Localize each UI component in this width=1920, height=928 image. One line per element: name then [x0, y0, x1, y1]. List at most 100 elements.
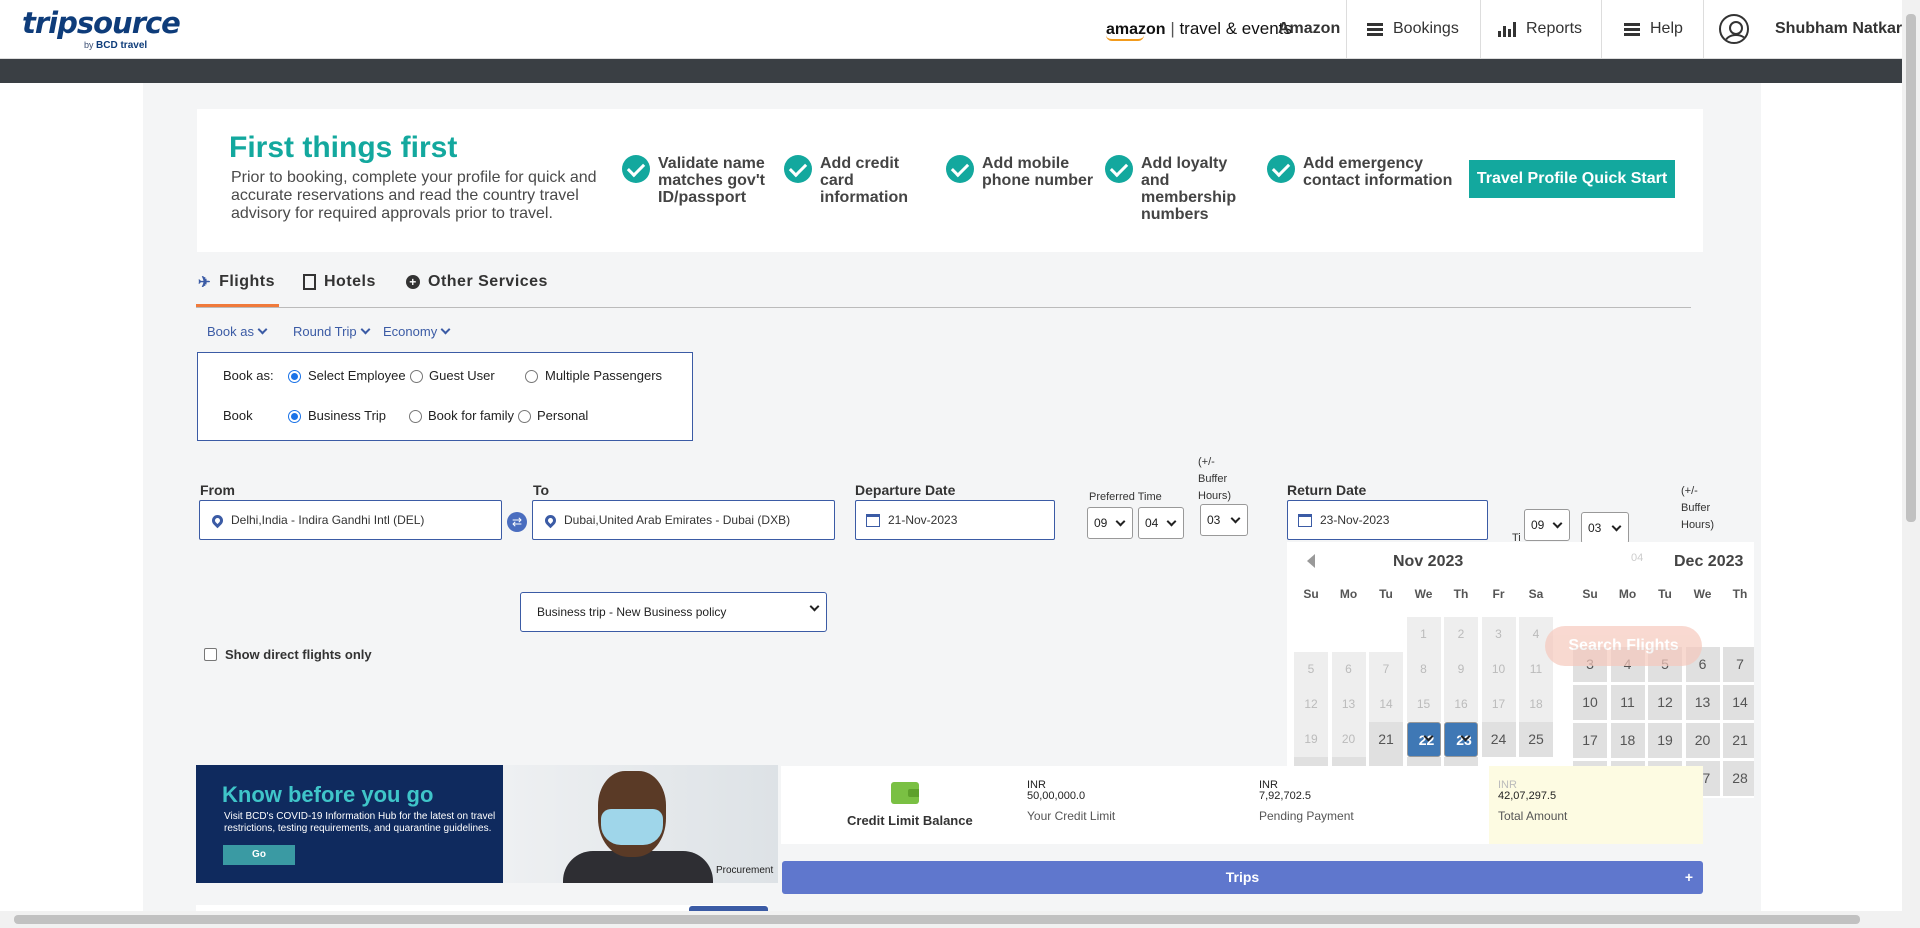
calendar-day[interactable]: 21 — [1369, 722, 1403, 757]
departure-hour-select[interactable]: 09 — [1087, 507, 1133, 539]
dark-strip — [0, 59, 1902, 83]
check-icon — [946, 155, 974, 183]
departure-minute-select[interactable]: 04 — [1138, 507, 1184, 539]
calendar-day: 6 — [1331, 652, 1366, 687]
weekday-header: Fr — [1492, 587, 1505, 601]
departure-buffer-select[interactable]: 03 — [1200, 504, 1248, 536]
calendar-day[interactable]: 13 — [1685, 685, 1720, 720]
calendar-day: 12 — [1294, 687, 1328, 722]
book-label: Book — [223, 408, 253, 423]
tab-hotels[interactable]: Hotels — [303, 273, 376, 291]
credit-limit-value: 50,00,000.0 — [1027, 790, 1086, 802]
calendar-day[interactable]: 20 — [1685, 723, 1720, 758]
guest-user-radio[interactable] — [410, 370, 423, 383]
calendar-day[interactable]: 25 — [1519, 722, 1553, 757]
multiple-passengers-radio[interactable] — [525, 370, 538, 383]
menu-icon — [1367, 22, 1383, 36]
return-date-input[interactable]: 23-Nov-2023 — [1287, 500, 1488, 540]
travel-profile-quick-start-button[interactable]: Travel Profile Quick Start — [1469, 160, 1675, 198]
trips-accordion[interactable]: Trips + — [782, 861, 1703, 894]
nav-reports[interactable]: Reports — [1498, 20, 1582, 38]
scrollbar-thumb[interactable] — [14, 915, 1860, 924]
weekday-header: Th — [1732, 587, 1748, 601]
book-as-dropdown[interactable]: Book as — [207, 324, 266, 339]
personal-radio[interactable] — [518, 410, 531, 423]
vertical-scrollbar[interactable] — [1902, 0, 1920, 911]
banner-title: First things first — [229, 131, 458, 164]
calendar-day[interactable]: 21 — [1723, 723, 1754, 758]
checklist-text: Add loyalty and membership numbers — [1141, 155, 1237, 223]
trips-label: Trips — [1225, 869, 1260, 885]
calendar-day[interactable]: 18 — [1610, 723, 1645, 758]
header-divider — [1480, 0, 1481, 58]
book-for-family-radio[interactable] — [409, 410, 422, 423]
calendar-day: 7 — [1369, 652, 1403, 687]
preferred-time-label: Preferred Time — [1089, 491, 1162, 503]
credit-limit-label: Your Credit Limit — [1027, 809, 1116, 823]
buffer-label-line: Buffer — [1681, 502, 1711, 514]
calendar-day: 17 — [1481, 687, 1516, 722]
guest-user-label: Guest User — [429, 368, 495, 383]
user-name[interactable]: Shubham Natkar — [1775, 20, 1902, 38]
calendar-day[interactable]: 28 — [1723, 761, 1754, 796]
direct-flights-checkbox[interactable] — [204, 648, 217, 661]
check-icon — [784, 155, 812, 183]
search-flights-button[interactable]: Search Flights — [1545, 626, 1702, 666]
know-before-go-button[interactable]: Go — [223, 845, 295, 865]
checklist-item: Add loyalty and membership numbers — [1105, 155, 1257, 223]
amazon-smile-icon — [1106, 35, 1144, 41]
faded-minute-select: 04 — [1631, 552, 1644, 564]
calendar-day[interactable]: 7 — [1723, 647, 1754, 682]
trip-policy-select[interactable]: Business trip - New Business policy — [520, 592, 827, 632]
calendar-day: 10 — [1481, 652, 1516, 687]
calendar-day: 15 — [1406, 687, 1441, 722]
weekday-header: Mo — [1618, 587, 1637, 601]
photo-mask — [601, 809, 663, 845]
calendar-day[interactable]: 12 — [1648, 685, 1682, 720]
trip-type-dropdown[interactable]: Round Trip — [293, 324, 369, 339]
horizontal-scrollbar[interactable] — [0, 911, 1920, 928]
tripsource-logo[interactable]: tripsource by BCD travel — [22, 6, 181, 51]
to-input[interactable]: Dubai,United Arab Emirates - Dubai (DXB) — [532, 500, 835, 540]
nav-reports-label: Reports — [1526, 20, 1583, 37]
calendar-day: 1 — [1406, 617, 1441, 652]
tab-flights[interactable]: ✈ Flights — [198, 273, 275, 291]
select-employee-radio[interactable] — [288, 370, 301, 383]
tab-other-services[interactable]: + Other Services — [406, 273, 548, 291]
calendar-icon — [866, 513, 880, 527]
check-icon — [1267, 155, 1295, 183]
return-hour-select[interactable]: 09 — [1524, 509, 1570, 541]
calendar-day[interactable]: 10 — [1573, 685, 1607, 720]
departure-date-input[interactable]: 21-Nov-2023 — [855, 500, 1055, 540]
company-name: Amazon — [1278, 20, 1341, 37]
logo-sub: BCD travel — [96, 40, 148, 51]
cabin-class-dropdown[interactable]: Economy — [383, 324, 449, 339]
buffer-label-line: Buffer — [1198, 473, 1228, 485]
logo-main-text: tripsource — [22, 6, 181, 40]
swap-icon[interactable]: ⇄ — [507, 512, 527, 532]
calendar-day[interactable]: 11 — [1610, 685, 1645, 720]
calendar-day[interactable]: 23 — [1444, 722, 1478, 757]
nav-help[interactable]: Help — [1624, 20, 1683, 38]
calendar-day: 2 — [1444, 617, 1478, 652]
buffer-label-line: (+/- — [1681, 485, 1698, 497]
credit-limit-panel: Credit Limit Balance INR 50,00,000.0 You… — [781, 766, 1703, 844]
calendar-day[interactable]: 22 — [1406, 722, 1441, 757]
calendar-day[interactable]: 17 — [1573, 723, 1607, 758]
plus-circle-icon: + — [406, 275, 420, 289]
calendar-day[interactable]: 19 — [1648, 723, 1682, 758]
date-picker-popup: Nov 2023 Dec 2023 04 Su Mo Tu We Th Fr Sa 1 2 3 4 5… — [1287, 542, 1754, 798]
business-trip-radio[interactable] — [288, 410, 301, 423]
scrollbar-thumb[interactable] — [1906, 14, 1916, 522]
calendar-day[interactable]: 14 — [1723, 685, 1754, 720]
return-buffer-select[interactable]: 03 — [1581, 512, 1629, 544]
location-pin-icon — [209, 512, 226, 528]
calendar-month-title: Nov 2023 — [1393, 553, 1464, 570]
nav-bookings[interactable]: Bookings — [1367, 20, 1459, 38]
from-input[interactable]: Delhi,India - Indira Gandhi Intl (DEL) — [199, 500, 502, 540]
calendar-day[interactable]: 24 — [1481, 722, 1516, 757]
checklist-text: Add credit card information — [820, 155, 908, 206]
prev-month-icon[interactable] — [1307, 554, 1315, 568]
business-trip-label: Business Trip — [308, 408, 387, 423]
user-avatar-icon[interactable] — [1719, 14, 1749, 44]
